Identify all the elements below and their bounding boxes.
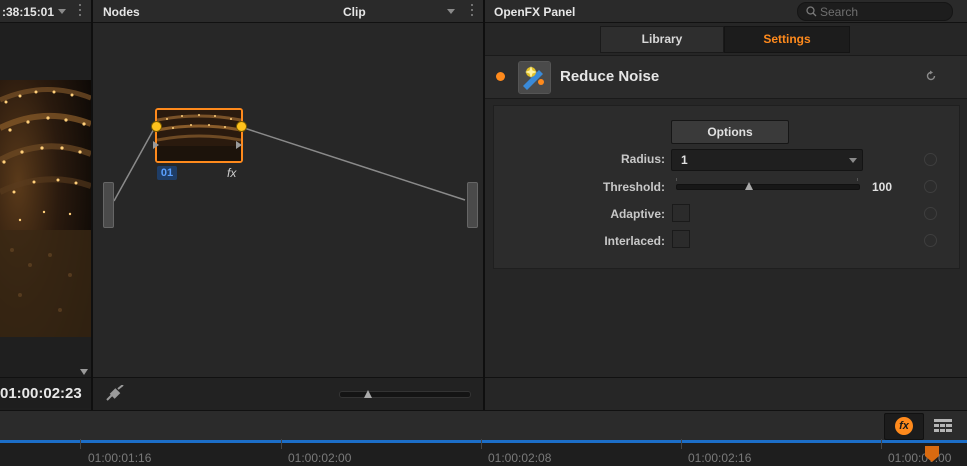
reduce-noise-plugin-icon — [518, 61, 551, 94]
threshold-label: Threshold: — [603, 180, 665, 194]
viewer-header: :38:15:01 — [0, 0, 91, 23]
threshold-reset-icon[interactable] — [924, 180, 937, 193]
openfx-panel: OpenFX Panel Search Library Settings Red… — [485, 0, 967, 411]
adaptive-label: Adaptive: — [610, 207, 665, 221]
plugin-settings-box: Options Radius: 1 Threshold: 100 Adaptiv… — [493, 105, 960, 269]
ruler-tick — [481, 439, 482, 449]
list-view-icon — [934, 419, 952, 432]
viewer-menu-icon[interactable] — [78, 4, 82, 18]
timeline-playhead-handle[interactable] — [925, 446, 939, 456]
zoom-slider-handle[interactable] — [364, 390, 372, 398]
plugin-reset-icon[interactable] — [925, 70, 937, 82]
openfx-footer — [485, 377, 967, 411]
options-button[interactable]: Options — [671, 120, 789, 144]
ruler-tick — [881, 439, 882, 449]
nodes-title: Nodes — [103, 5, 140, 19]
interlaced-label: Interlaced: — [604, 234, 665, 248]
fx-icon: fx — [895, 417, 913, 435]
viewer-footer: 01:00:02:23 — [0, 377, 91, 408]
search-placeholder: Search — [820, 5, 859, 19]
node-fx-label: fx — [227, 166, 237, 180]
connect-plug-icon[interactable] — [104, 385, 126, 403]
node-thumbnail — [157, 110, 241, 161]
threshold-slider-tick-left — [676, 178, 677, 181]
openfx-title: OpenFX Panel — [494, 5, 576, 19]
ruler-timecode: 01:00:02:16 — [688, 451, 752, 465]
viewer-playhead-marker[interactable] — [80, 369, 88, 375]
search-field[interactable]: Search — [797, 2, 953, 21]
interlaced-reset-icon[interactable] — [924, 234, 937, 247]
ruler-timecode: 01:00:02:00 — [288, 451, 352, 465]
openfx-header: OpenFX Panel Search — [485, 0, 967, 23]
threshold-value[interactable]: 100 — [872, 180, 892, 194]
node-input-source[interactable] — [103, 182, 114, 228]
viewer-panel: :38:15:01 01:00:02:23 — [0, 0, 91, 410]
plugin-header: Reduce Noise — [485, 55, 967, 99]
openfx-toggle-button[interactable]: fx — [884, 413, 924, 440]
nodes-footer — [93, 377, 483, 411]
nodes-header: Nodes Clip — [93, 0, 483, 23]
mode-dropdown-icon[interactable] — [447, 9, 455, 14]
corrector-node[interactable] — [155, 108, 243, 163]
node-rgb-output-arrow[interactable] — [236, 141, 242, 149]
metadata-toggle-button[interactable] — [926, 413, 961, 438]
timecode-dropdown-icon[interactable] — [58, 9, 66, 14]
node-output-target[interactable] — [467, 182, 478, 228]
node-number-label: 01 — [157, 166, 177, 180]
ruler-tick — [80, 439, 81, 449]
node-input-dot[interactable] — [151, 121, 162, 132]
threshold-slider-handle[interactable] — [745, 182, 753, 190]
zoom-slider-track[interactable] — [339, 391, 471, 398]
ruler-timecode: 01:00:0?:00 — [888, 451, 952, 465]
adaptive-reset-icon[interactable] — [924, 207, 937, 220]
nodes-panel: Nodes Clip 01 fx — [93, 0, 483, 411]
radius-reset-icon[interactable] — [924, 153, 937, 166]
radius-dropdown-icon — [849, 158, 857, 163]
node-graph-canvas[interactable] — [93, 23, 483, 377]
input-connection-line — [113, 126, 156, 202]
node-rgb-input-arrow[interactable] — [153, 141, 159, 149]
page-toolbar: fx — [0, 410, 967, 441]
ruler-timecode: 01:00:02:08 — [488, 451, 552, 465]
radius-value: 1 — [681, 153, 688, 167]
viewer-timecode-top: :38:15:01 — [2, 5, 55, 19]
search-icon — [806, 6, 817, 17]
nodes-menu-icon[interactable] — [470, 4, 474, 18]
tab-library[interactable]: Library — [600, 26, 724, 53]
ruler-tick — [281, 439, 282, 449]
tab-settings[interactable]: Settings — [724, 26, 850, 53]
radius-label: Radius: — [620, 152, 665, 166]
plugin-enable-dot[interactable] — [496, 72, 505, 81]
viewer-image[interactable] — [0, 80, 91, 337]
plugin-name: Reduce Noise — [560, 68, 660, 85]
output-connection-line — [240, 126, 466, 201]
adaptive-checkbox[interactable] — [672, 204, 690, 222]
interlaced-checkbox[interactable] — [672, 230, 690, 248]
radius-select[interactable]: 1 — [671, 149, 863, 171]
threshold-slider-track[interactable] — [676, 184, 860, 190]
timeline-playhead-line — [0, 440, 967, 443]
viewer-timecode-bottom: 01:00:02:23 — [0, 385, 82, 402]
ruler-tick — [681, 439, 682, 449]
nodes-mode-select[interactable]: Clip — [343, 5, 366, 19]
threshold-slider-tick-right — [857, 178, 858, 181]
node-output-dot[interactable] — [236, 121, 247, 132]
timeline-playhead-tip — [925, 456, 939, 462]
ruler-timecode: 01:00:01:16 — [88, 451, 152, 465]
